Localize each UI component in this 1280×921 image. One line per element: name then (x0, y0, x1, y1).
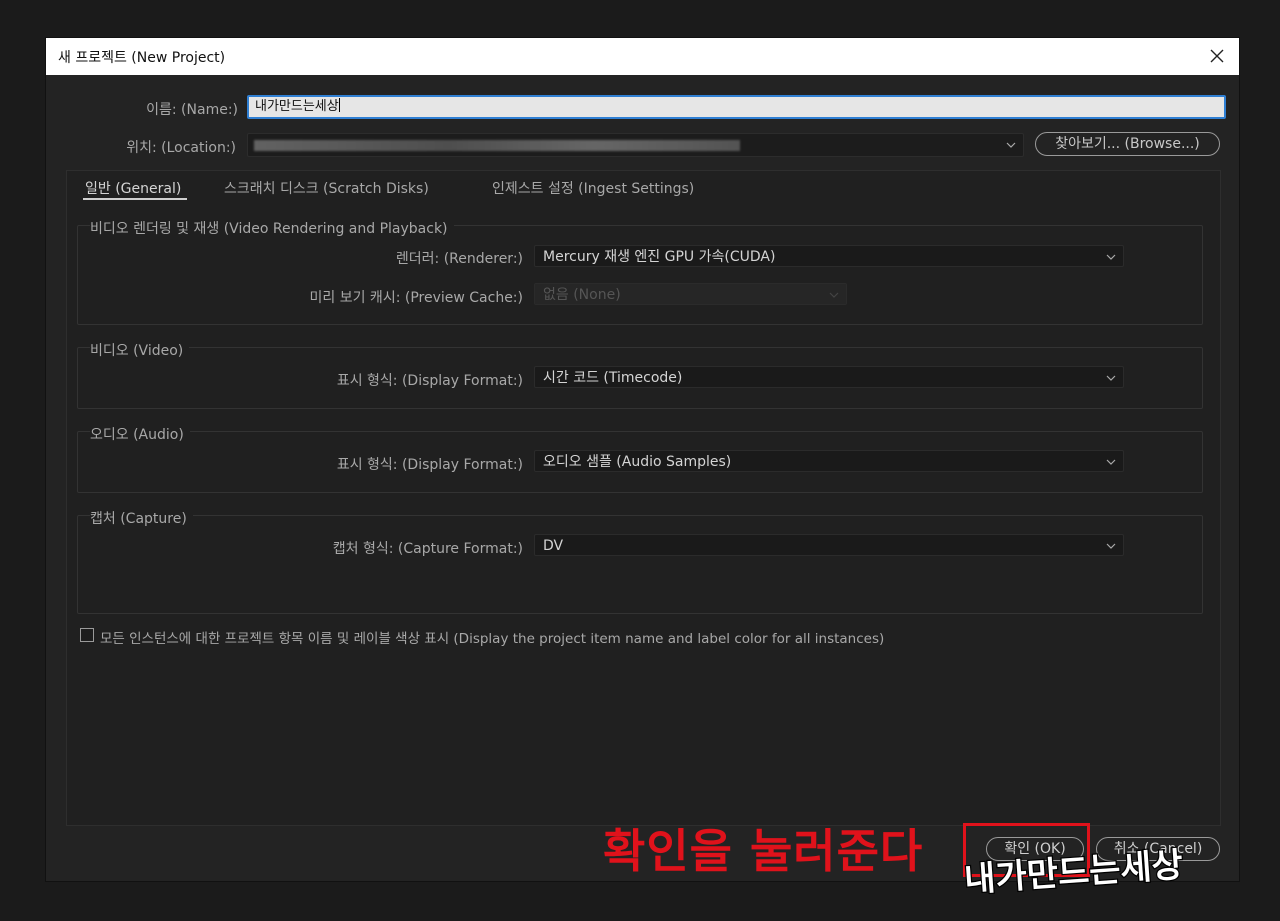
project-name-input[interactable]: 내가만드는세상 (247, 95, 1226, 119)
preview-cache-label: 미리 보기 캐시: (Preview Cache:) (309, 290, 523, 306)
svg-text:내가만드는세상: 내가만드는세상 (963, 845, 1184, 896)
capture-format-value: DV (543, 538, 564, 554)
display-label-color-checkbox[interactable] (80, 628, 94, 642)
watermark-logo: 내가만드는세상 (962, 844, 1186, 896)
group-video-rendering (77, 225, 1203, 325)
name-label: 이름: (Name:) (146, 102, 238, 118)
group-capture (77, 515, 1203, 614)
chevron-down-icon (829, 292, 839, 298)
new-project-dialog: 새 프로젝트 (New Project) 이름: (Name:) 내가만드는세상… (46, 38, 1239, 881)
chevron-down-icon (1106, 254, 1116, 260)
location-path-redacted (254, 140, 740, 151)
annotation-text: 확인을 눌러준다 (603, 824, 924, 878)
tab-ingest-settings[interactable]: 인제스트 설정 (Ingest Settings) (492, 178, 694, 198)
preview-cache-value: 없음 (None) (543, 287, 621, 303)
window-title: 새 프로젝트 (New Project) (58, 50, 226, 66)
video-display-format-select[interactable]: 시간 코드 (Timecode) (534, 366, 1124, 388)
project-name-value: 내가만드는세상 (255, 99, 339, 114)
active-tab-indicator (83, 198, 187, 200)
close-icon (1210, 49, 1224, 63)
title-bar: 새 프로젝트 (New Project) (46, 38, 1239, 75)
group-title-video: 비디오 (Video) (90, 340, 190, 360)
text-caret (338, 98, 340, 112)
audio-display-format-label: 표시 형식: (Display Format:) (336, 457, 523, 473)
location-label: 위치: (Location:) (126, 140, 236, 156)
tab-scratch-disks[interactable]: 스크래치 디스크 (Scratch Disks) (224, 178, 429, 198)
renderer-select[interactable]: Mercury 재생 엔진 GPU 가속(CUDA) (534, 245, 1124, 267)
renderer-value: Mercury 재생 엔진 GPU 가속(CUDA) (543, 249, 776, 265)
audio-display-format-value: 오디오 샘플 (Audio Samples) (543, 454, 732, 470)
display-label-color-checkbox-label: 모든 인스턴스에 대한 프로젝트 항목 이름 및 레이블 색상 표시 (Disp… (100, 631, 885, 647)
chevron-down-icon (1106, 459, 1116, 465)
audio-display-format-select[interactable]: 오디오 샘플 (Audio Samples) (534, 450, 1124, 472)
group-title-capture: 캡처 (Capture) (90, 508, 193, 528)
preview-cache-select: 없음 (None) (534, 283, 847, 305)
group-title-audio: 오디오 (Audio) (90, 424, 190, 444)
browse-button[interactable]: 찾아보기... (Browse...) (1035, 132, 1220, 156)
tab-general[interactable]: 일반 (General) (85, 178, 181, 198)
capture-format-select[interactable]: DV (534, 534, 1124, 556)
chevron-down-icon (1006, 142, 1016, 148)
group-title-video-rendering: 비디오 렌더링 및 재생 (Video Rendering and Playba… (90, 218, 454, 238)
close-button[interactable] (1203, 42, 1231, 70)
chevron-down-icon (1106, 543, 1116, 549)
location-dropdown[interactable] (247, 133, 1024, 157)
video-display-format-label: 표시 형식: (Display Format:) (336, 373, 523, 389)
chevron-down-icon (1106, 375, 1116, 381)
capture-format-label: 캡처 형식: (Capture Format:) (332, 541, 523, 557)
video-display-format-value: 시간 코드 (Timecode) (543, 370, 683, 386)
renderer-label: 렌더러: (Renderer:) (395, 251, 523, 267)
